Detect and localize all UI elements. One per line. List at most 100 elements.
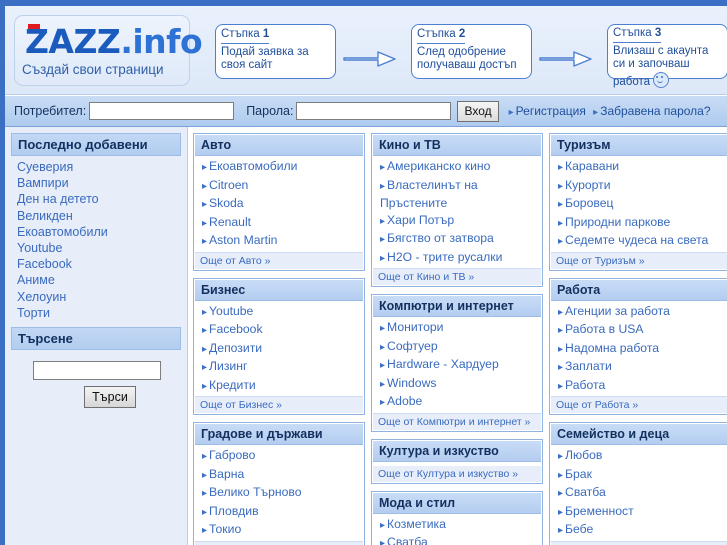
search-button[interactable]: Търси [84,386,136,409]
category-link[interactable]: Сватба [558,485,606,499]
list-item[interactable]: Депозити [202,340,363,359]
category-link[interactable]: Бягство от затвора [380,231,494,245]
category-link[interactable]: Кредити [202,378,256,392]
category-link[interactable]: Седемте чудеса на света [558,233,708,247]
list-item[interactable]: Aston Martin [202,232,363,251]
category-link[interactable]: Депозити [202,341,262,355]
list-item[interactable]: Аниме [17,272,187,288]
list-item[interactable]: Велико Търново [202,484,363,503]
username-input[interactable] [89,102,235,120]
sidebar-link[interactable]: Аниме [17,273,55,287]
list-item[interactable]: Работа [558,377,727,396]
category-link[interactable]: Бебе [558,522,593,536]
list-item[interactable]: Торти [17,305,187,321]
category-link[interactable]: Курорти [558,178,611,192]
category-link[interactable]: Боровец [558,196,613,210]
list-item[interactable]: Работа в USA [558,321,727,340]
category-link[interactable]: Youtube [202,304,253,318]
list-item[interactable]: Каравани [558,158,727,177]
list-item[interactable]: Софтуер [380,338,541,357]
list-item[interactable]: Windows [380,375,541,394]
category-link[interactable]: Токио [202,522,241,536]
list-item[interactable]: Пловдив [202,503,363,522]
category-more-link[interactable]: Още от Авто » [200,255,270,267]
list-item[interactable]: Природни паркове [558,214,727,233]
list-item[interactable]: Бебе [558,521,727,540]
password-input[interactable] [296,102,452,120]
category-link[interactable]: Работа в USA [558,322,644,336]
list-item[interactable]: Сватба [558,484,727,503]
list-item[interactable]: Хелоуин [17,289,187,305]
list-item[interactable]: Youtube [202,303,363,322]
list-item[interactable]: Американско кино [380,158,541,177]
category-more-link[interactable]: Още от Туризъм » [556,255,645,267]
category-link[interactable]: Adobe [380,394,422,408]
list-item[interactable]: Лизинг [202,358,363,377]
category-more-link[interactable]: Още от Компютри и интернет » [378,416,530,428]
list-item[interactable]: Козметика [380,516,541,535]
category-link[interactable]: Хари Потър [380,213,454,227]
category-more-link[interactable]: Още от Култура и изкуство » [378,468,518,480]
list-item[interactable]: Сватба [380,534,541,545]
list-item[interactable]: Токио [202,521,363,540]
sidebar-link[interactable]: Торти [17,306,50,320]
category-link[interactable]: Монитори [380,320,443,334]
category-link[interactable]: Заплати [558,359,612,373]
list-item[interactable]: Седемте чудеса на света [558,232,727,251]
category-link[interactable]: Варна [202,467,244,481]
category-link[interactable]: Велико Търново [202,485,302,499]
category-link[interactable]: Пловдив [202,504,259,518]
category-link[interactable]: Габрово [202,448,255,462]
list-item[interactable]: Курорти [558,177,727,196]
category-link[interactable]: Лизинг [202,359,247,373]
list-item[interactable]: Ден на детето [17,191,187,207]
category-link[interactable]: Сватба [380,535,428,545]
category-link[interactable]: Каравани [558,159,619,173]
list-item[interactable]: Брак [558,466,727,485]
category-more-link[interactable]: Още от Кино и ТВ » [378,271,474,283]
category-link[interactable]: Любов [558,448,602,462]
forgot-password-link[interactable]: Забравена парола? [593,104,710,118]
category-link[interactable]: Надомна работа [558,341,659,355]
list-item[interactable]: H2O - трите русалки [380,249,541,268]
category-link[interactable]: Работа [558,378,605,392]
category-link[interactable]: Renault [202,215,251,229]
list-item[interactable]: Надомна работа [558,340,727,359]
site-logo[interactable]: ZAZZ.info Създай свои страници [14,15,203,86]
category-link[interactable]: Брак [558,467,592,481]
category-link[interactable]: Facebook [202,322,263,336]
category-link[interactable]: H2O - трите русалки [380,250,502,264]
list-item[interactable]: Бременност [558,503,727,522]
category-link[interactable]: Природни паркове [558,215,670,229]
sidebar-link[interactable]: Екоавтомобили [17,225,108,239]
category-link[interactable]: Екоавтомобили [202,159,297,173]
list-item[interactable]: Великден [17,208,187,224]
category-link[interactable]: Американско кино [380,159,490,173]
category-link[interactable]: Citroen [202,178,248,192]
category-more-link[interactable]: Още от Работа » [556,399,638,411]
list-item[interactable]: Skoda [202,195,363,214]
list-item[interactable]: Екоавтомобили [17,224,187,240]
list-item[interactable]: Суеверия [17,159,187,175]
category-more-link[interactable]: Още от Бизнес » [200,399,282,411]
list-item[interactable]: Агенции за работа [558,303,727,322]
list-item[interactable]: Вампири [17,175,187,191]
list-item[interactable]: Властелинът на Пръстените [380,177,541,212]
list-item[interactable]: Бягство от затвора [380,230,541,249]
list-item[interactable]: Хари Потър [380,212,541,231]
category-link[interactable]: Windows [380,376,436,390]
category-link[interactable]: Aston Martin [202,233,277,247]
list-item[interactable]: Facebook [202,321,363,340]
list-item[interactable]: Габрово [202,447,363,466]
list-item[interactable]: Екоавтомобили [202,158,363,177]
list-item[interactable]: Заплати [558,358,727,377]
sidebar-link[interactable]: Facebook [17,257,72,271]
category-link[interactable]: Бременност [558,504,634,518]
sidebar-link[interactable]: Великден [17,209,73,223]
sidebar-link[interactable]: Вампири [17,176,69,190]
sidebar-link[interactable]: Хелоуин [17,290,66,304]
list-item[interactable]: Citroen [202,177,363,196]
category-link[interactable]: Skoda [202,196,244,210]
sidebar-link[interactable]: Ден на детето [17,192,99,206]
login-submit-button[interactable]: Вход [457,100,499,122]
